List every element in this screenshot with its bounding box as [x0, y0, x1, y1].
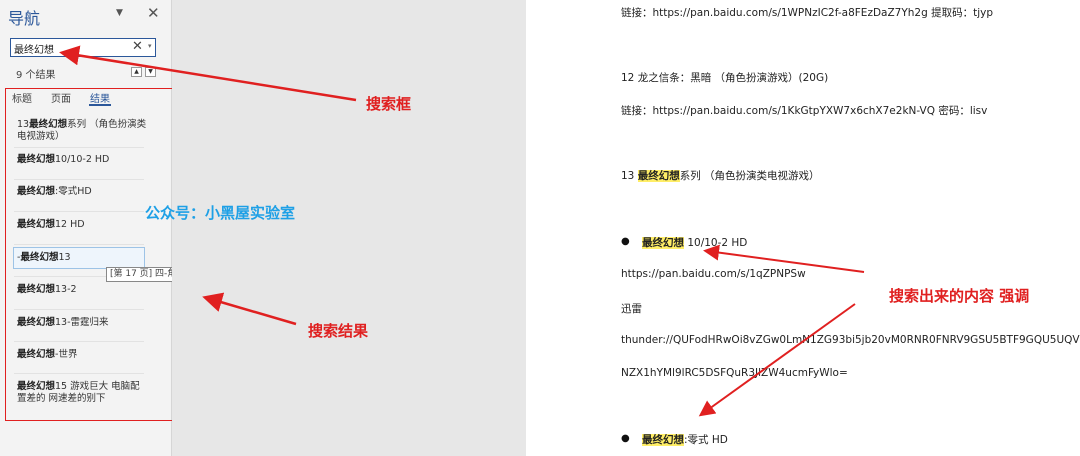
annotation-arrows	[59, 45, 865, 417]
arrow-to-highlight-1	[703, 244, 865, 273]
arrow-to-highlight-2	[698, 303, 856, 417]
arrow-to-results	[202, 292, 297, 326]
arrow-to-search-box	[59, 45, 357, 102]
